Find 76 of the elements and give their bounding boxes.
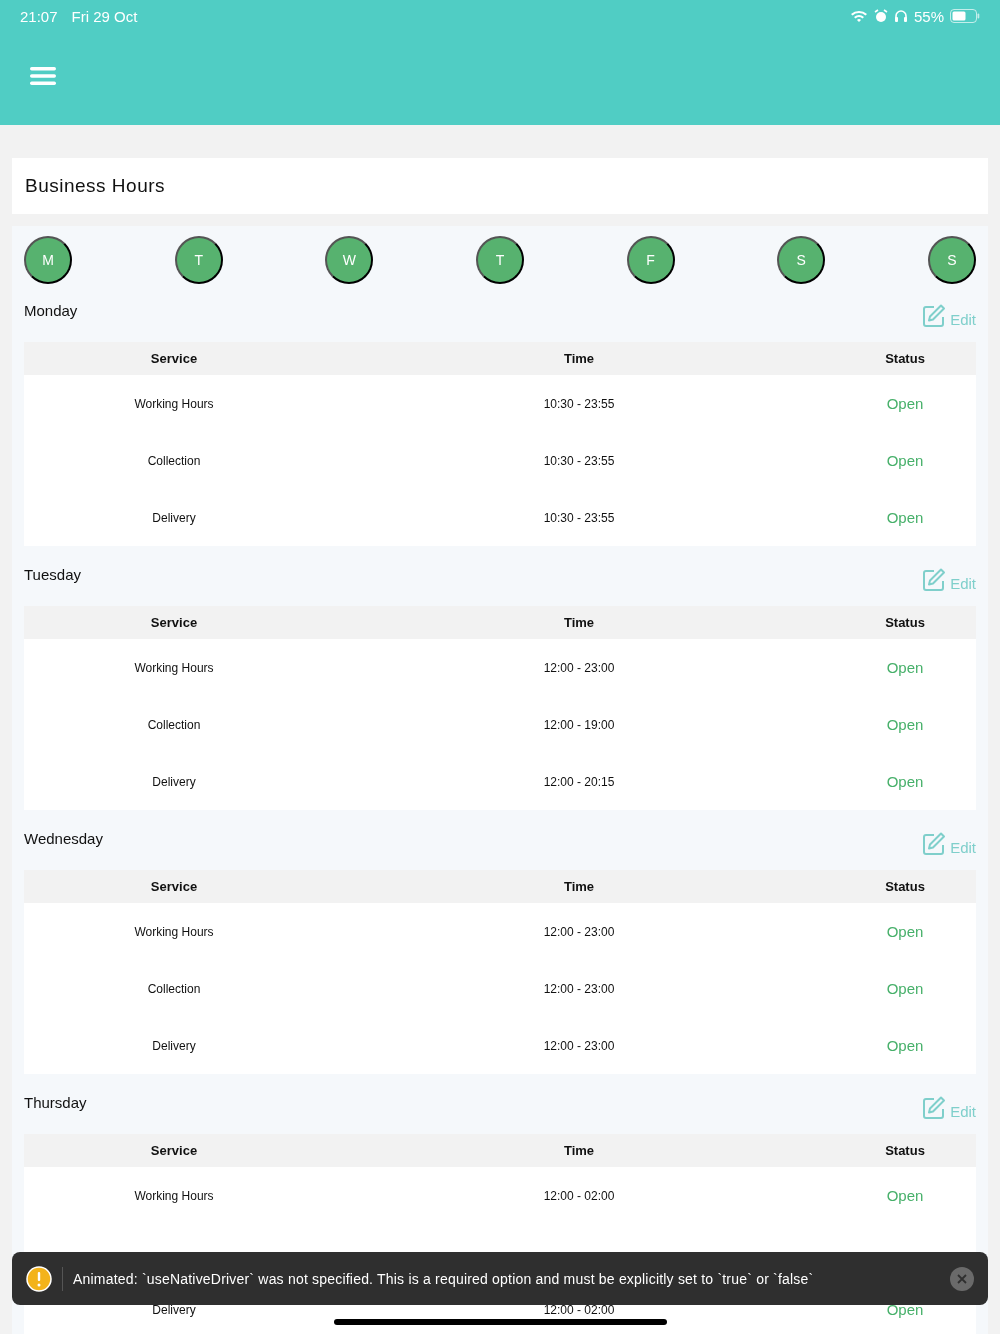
status-text: Open bbox=[886, 1037, 924, 1054]
day-button[interactable]: W bbox=[325, 236, 374, 284]
edit-button[interactable]: Edit bbox=[922, 304, 976, 328]
service-name: Collection bbox=[147, 453, 201, 468]
alarm-icon bbox=[873, 9, 888, 23]
status-text: Open bbox=[886, 452, 924, 469]
edit-icon bbox=[922, 568, 947, 592]
day-button[interactable]: T bbox=[475, 236, 524, 284]
wifi-icon bbox=[849, 9, 868, 23]
status-text: Open bbox=[886, 773, 924, 790]
service-name: Working Hours bbox=[134, 396, 214, 411]
column-header: Status bbox=[885, 351, 925, 366]
status-text: Open bbox=[886, 923, 924, 940]
service-name: Working Hours bbox=[134, 660, 214, 675]
column-header: Service bbox=[150, 879, 198, 894]
status-text: Open bbox=[886, 1187, 924, 1204]
time-range: 10:30 - 23:55 bbox=[543, 396, 615, 411]
time-range: 12:00 - 20:15 bbox=[543, 774, 615, 789]
day-button[interactable]: F bbox=[626, 236, 675, 284]
status-date: Fri 29 Oct bbox=[71, 7, 138, 25]
battery-icon bbox=[950, 9, 980, 23]
day-heading: Thursday bbox=[24, 1094, 87, 1111]
service-name: Working Hours bbox=[134, 1188, 214, 1203]
time-range: 12:00 - 19:00 bbox=[543, 717, 615, 732]
status-text: Open bbox=[886, 395, 924, 412]
day-heading: Tuesday bbox=[24, 566, 81, 583]
time-range: 12:00 - 23:00 bbox=[543, 660, 615, 675]
column-header: Status bbox=[885, 879, 925, 894]
service-name: Collection bbox=[147, 717, 201, 732]
day-heading: Monday bbox=[24, 302, 78, 319]
page-title: Business Hours bbox=[25, 175, 166, 197]
edit-icon bbox=[922, 1096, 947, 1120]
warning-icon bbox=[26, 1265, 52, 1292]
day-button[interactable]: T bbox=[174, 236, 223, 284]
service-name: Delivery bbox=[152, 1302, 196, 1317]
service-name: Delivery bbox=[152, 1038, 196, 1053]
edit-button[interactable]: Edit bbox=[922, 832, 976, 856]
time-range: 12:00 - 23:00 bbox=[543, 924, 615, 939]
status-text: Open bbox=[886, 980, 924, 997]
edit-icon bbox=[922, 832, 947, 856]
column-header: Time bbox=[563, 879, 595, 894]
status-text: Open bbox=[886, 716, 924, 733]
clock-time: 21:07 bbox=[20, 7, 58, 25]
service-name: Collection bbox=[147, 981, 201, 996]
column-header: Time bbox=[563, 351, 595, 366]
day-button[interactable]: M bbox=[24, 236, 72, 284]
column-header: Time bbox=[563, 615, 595, 630]
time-range: 10:30 - 23:55 bbox=[543, 453, 615, 468]
day-heading: Wednesday bbox=[24, 830, 103, 847]
status-text: Open bbox=[886, 659, 924, 676]
column-header: Time bbox=[563, 1143, 595, 1158]
column-header: Service bbox=[150, 615, 198, 630]
time-range: 12:00 - 23:00 bbox=[543, 1038, 615, 1053]
status-text: Open bbox=[886, 509, 924, 526]
service-name: Working Hours bbox=[134, 924, 214, 939]
column-header: Status bbox=[885, 615, 925, 630]
status-text: Open bbox=[886, 1301, 924, 1318]
service-name: Delivery bbox=[152, 774, 196, 789]
time-range: 12:00 - 02:00 bbox=[543, 1188, 615, 1203]
toast-message: Animated: `useNativeDriver` was not specified. This is a required option and must be explicitly set to `true` or `false` bbox=[73, 1270, 815, 1287]
column-header: Service bbox=[150, 351, 198, 366]
headphones-icon bbox=[893, 9, 908, 23]
menu-icon[interactable] bbox=[30, 66, 56, 86]
close-button[interactable] bbox=[950, 1266, 974, 1291]
battery-percentage: 55% bbox=[913, 7, 944, 25]
column-header: Status bbox=[885, 1143, 925, 1158]
edit-button[interactable]: Edit bbox=[922, 568, 976, 592]
day-button[interactable]: S bbox=[777, 236, 826, 284]
service-name: Delivery bbox=[152, 510, 196, 525]
column-header: Service bbox=[150, 1143, 198, 1158]
day-button[interactable]: S bbox=[927, 236, 976, 284]
edit-icon bbox=[922, 304, 947, 328]
time-range: 12:00 - 23:00 bbox=[543, 981, 615, 996]
time-range: 12:00 - 02:00 bbox=[543, 1302, 615, 1317]
time-range: 10:30 - 23:55 bbox=[543, 510, 615, 525]
edit-button[interactable]: Edit bbox=[922, 1096, 976, 1120]
